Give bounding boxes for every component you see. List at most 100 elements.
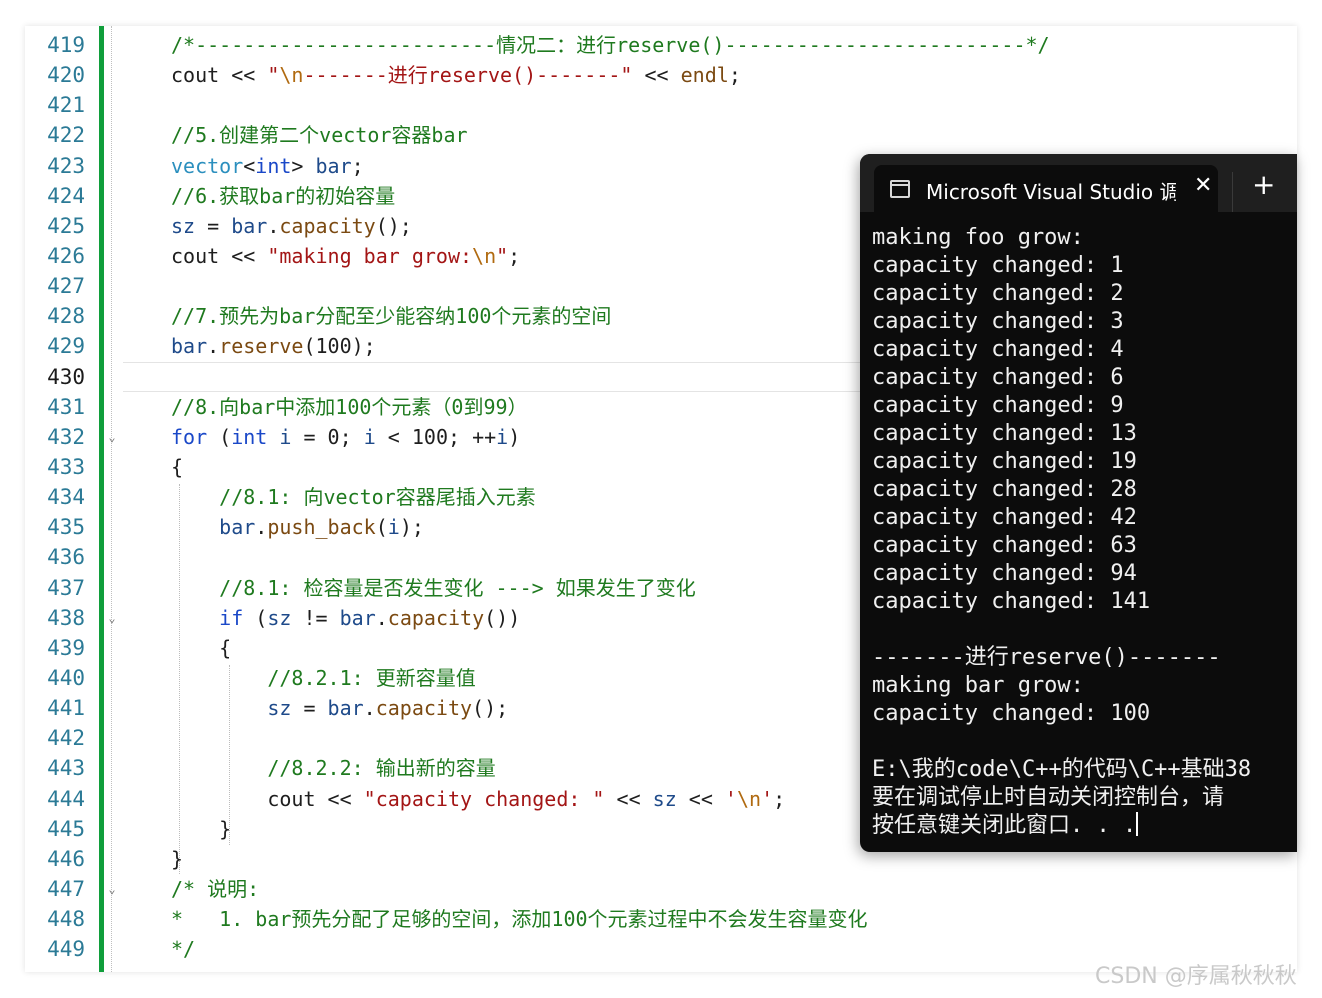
code-token: /* 说明: [171,876,260,901]
console-output-text: capacity changed: 141 [872,589,1151,614]
console-output-text: capacity changed: 3 [872,309,1124,334]
console-output-text: capacity changed: 94 [872,561,1137,586]
console-output-text: E:\我的code\C++的代码\C++基础38 [872,757,1252,782]
code-line[interactable]: /* 说明: [171,874,1291,904]
code-token: for [171,424,208,449]
fold-margin-cell [105,331,119,361]
code-token: . [267,213,280,238]
code-token: < [243,153,256,178]
console-output-line: capacity changed: 13 [872,420,1297,448]
line-number-gutter: 419 420 421 422 423 424 425 426 427 428 429 430 431 4… [25,30,85,964]
code-token: //7.预先为bar分配至少能容纳100个元素的空间 [171,304,612,329]
fold-toggle-icon[interactable]: ⌄ [105,603,119,633]
new-tab-button[interactable]: + [1252,171,1275,199]
console-output-text: capacity changed: 28 [872,477,1137,502]
fold-margin-cell [105,573,119,603]
tab-separator [1232,172,1233,212]
fold-margin-cell [105,512,119,542]
code-line[interactable]: //5.创建第二个vector容器bar [171,120,1291,150]
code-token: << [604,786,653,811]
line-number: 447 [47,876,85,901]
fold-margin-cell [105,844,119,874]
code-token: ( [243,605,268,630]
console-tab[interactable]: Microsoft Visual Studio 调试控制台 ✕ [874,165,1218,212]
code-token: << [632,63,681,88]
code-token: ) [508,424,521,449]
line-number: 441 [47,696,85,721]
code-token: (); [472,696,509,721]
console-tab-title: Microsoft Visual Studio 调试控制台 [926,180,1176,204]
code-token: (); [375,213,412,238]
line-number: 440 [47,665,85,690]
code-token: . [363,696,376,721]
fold-margin-cell [105,723,119,753]
code-token: = [291,696,328,721]
code-line[interactable]: * 1. bar预先分配了足够的空间，添加100个元素过程中不会发生容量变化 [171,904,1291,934]
code-token: . [375,605,388,630]
fold-margin-cell [105,362,119,392]
console-output-text: capacity changed: 42 [872,505,1137,530]
console-output-text: capacity changed: 13 [872,421,1137,446]
code-token: bar [327,696,364,721]
debug-console-window[interactable]: Microsoft Visual Studio 调试控制台 ✕ + making… [860,154,1297,852]
fold-margin-cell [105,633,119,663]
console-output-line: making foo grow: [872,224,1297,252]
console-output-text: capacity changed: 6 [872,365,1124,390]
code-token: i [363,424,376,449]
console-output-line: capacity changed: 141 [872,588,1297,616]
code-token: << [231,63,268,88]
code-token: ; [773,786,786,811]
code-token: } [171,816,232,841]
code-line[interactable]: cout << "\n-------进行reserve()-------" <<… [171,60,1291,90]
line-number: 421 [47,93,85,118]
console-output-text: capacity changed: 1 [872,253,1124,278]
fold-toggle-icon[interactable]: ⌄ [105,422,119,452]
console-output-line: capacity changed: 63 [872,532,1297,560]
fold-margin-cell [105,814,119,844]
code-token: bar [231,213,268,238]
fold-margin-cell [105,211,119,241]
fold-margin-cell [105,392,119,422]
watermark: CSDN @序属秋秋秋 [1095,964,1297,989]
code-token: ' [724,786,737,811]
code-token: ( [207,424,232,449]
code-token: << [676,786,725,811]
console-output-text: 要在调试停止时自动关闭控制台，请 [872,785,1225,810]
code-token: \n [279,63,304,88]
code-token: ( [375,515,388,540]
line-number: 422 [47,123,85,148]
close-tab-button[interactable]: ✕ [1194,173,1212,198]
code-token: //6.获取bar的初始容量 [171,183,396,208]
code-token: push_back [267,515,376,540]
code-token: bar [339,605,376,630]
line-number: 445 [47,816,85,841]
code-token: cout << [171,786,364,811]
line-number: 428 [47,304,85,329]
console-output-text: making bar grow: [872,673,1084,698]
code-token: /*-------------------------情况二：进行reserve… [171,33,1050,57]
code-token: //8.2.1: 更新容量值 [267,665,476,690]
fold-toggle-icon[interactable]: ⌄ [105,874,119,904]
code-line[interactable]: /*-------------------------情况二：进行reserve… [171,30,1291,60]
code-token: int [255,153,292,178]
console-output-line: capacity changed: 94 [872,560,1297,588]
fold-margin-cell [105,904,119,934]
code-token: != [291,605,340,630]
console-output-line: capacity changed: 28 [872,476,1297,504]
code-token: capacity [387,605,485,630]
line-number: 433 [47,454,85,479]
code-line[interactable]: ​ [171,90,1291,120]
code-token: sz [171,213,196,238]
line-number: 449 [47,937,85,962]
change-tracking-bar [99,26,104,972]
code-token: bar [171,334,208,359]
console-output-text: capacity changed: 2 [872,281,1124,306]
console-output-line: capacity changed: 4 [872,336,1297,364]
code-token: cout << [171,243,268,268]
code-token: ' [761,786,774,811]
fold-margin[interactable]: ⌄ ⌄ ⌄ [105,30,119,964]
